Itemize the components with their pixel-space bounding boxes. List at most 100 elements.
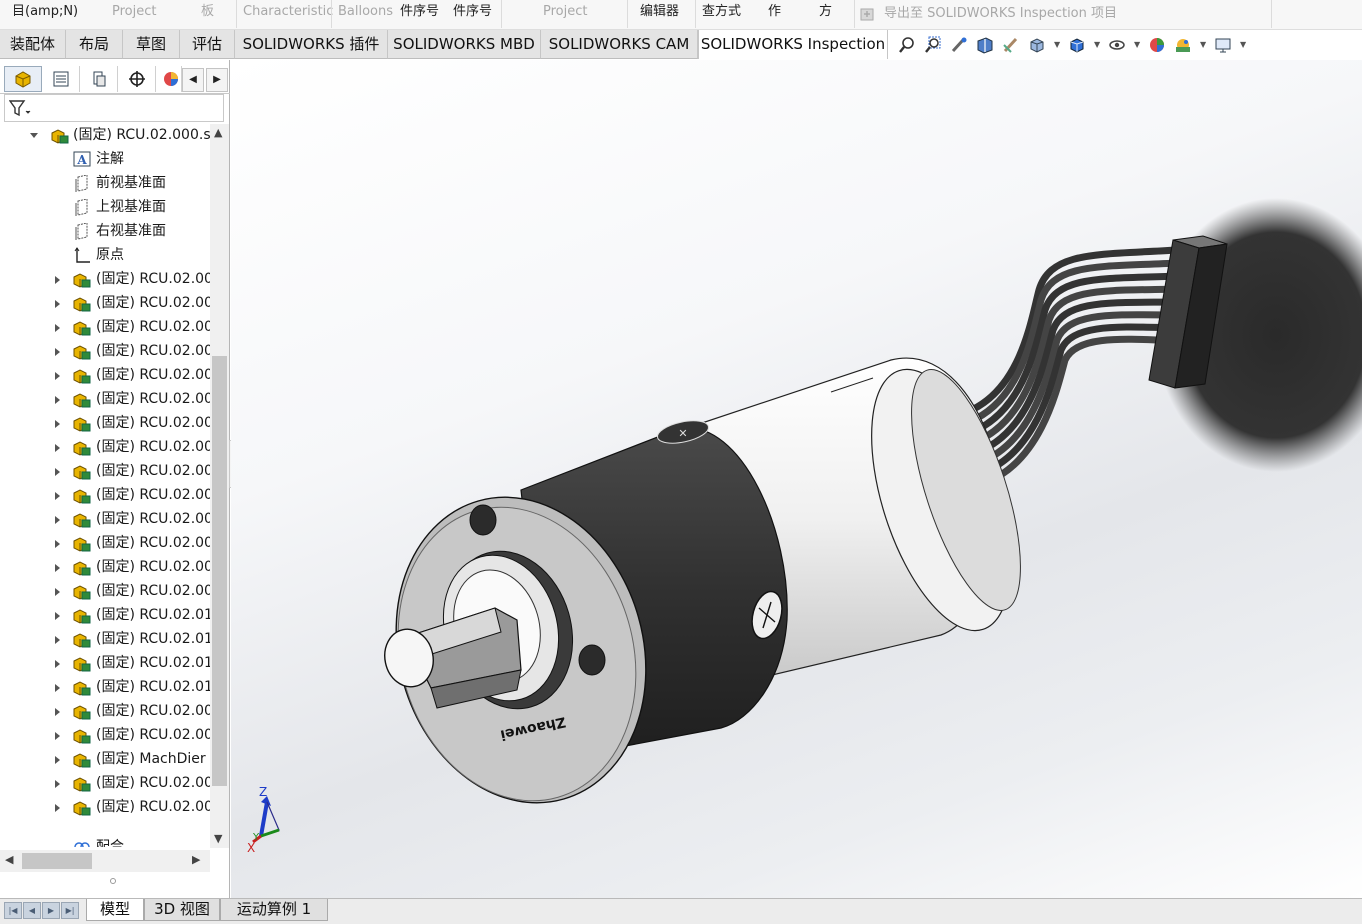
tree-item-front-plane[interactable]: 前视基准面 [0, 171, 210, 195]
expand-arrow-icon[interactable] [55, 444, 60, 452]
tree-item-origin[interactable]: 原点 [0, 243, 210, 267]
ribbon-cmd-0[interactable]: 目(amp;N) [12, 0, 78, 26]
tree-component-item[interactable]: (固定) RCU.02.00 [0, 315, 210, 339]
expand-arrow-icon[interactable] [55, 732, 60, 740]
scroll-up-icon[interactable]: ▲ [214, 126, 222, 139]
first-tab-icon[interactable]: |◀ [4, 902, 22, 919]
tree-component-item[interactable]: (固定) RCU.02.00 [0, 291, 210, 315]
panel-tabs-scroll-right-icon[interactable]: ▶ [206, 68, 228, 92]
tree-item-annotations[interactable]: A 注解 [0, 147, 210, 171]
tree-horizontal-scroll-thumb[interactable] [22, 853, 92, 869]
expand-arrow-icon[interactable] [55, 612, 60, 620]
expand-arrow-icon[interactable] [55, 396, 60, 404]
tree-component-item[interactable]: (固定) RCU.02.00 [0, 339, 210, 363]
tree-component-item[interactable]: (固定) RCU.02.01 [0, 651, 210, 675]
tab-solidworks-addins[interactable]: SOLIDWORKS 插件 [235, 30, 388, 59]
view-orientation-icon[interactable] [1028, 36, 1046, 54]
filter-icon[interactable] [8, 100, 33, 122]
ribbon-cmd-10[interactable]: 作 [768, 0, 781, 26]
tab-evaluate[interactable]: 评估 [180, 30, 235, 59]
tree-component-item[interactable]: (固定) RCU.02.00 [0, 723, 210, 747]
expand-arrow-icon[interactable] [55, 300, 60, 308]
tree-vertical-scroll-thumb[interactable] [212, 356, 227, 786]
expand-arrow-icon[interactable] [55, 540, 60, 548]
tree-component-item[interactable]: (固定) RCU.02.00 [0, 699, 210, 723]
tree-filter-box[interactable] [4, 94, 224, 122]
expand-arrow-icon[interactable] [55, 660, 60, 668]
hide-show-icon[interactable] [1108, 36, 1126, 54]
section-view-icon[interactable] [976, 36, 994, 54]
scroll-right-icon[interactable]: ▶ [192, 853, 200, 866]
tree-component-item[interactable]: (固定) RCU.02.00 [0, 771, 210, 795]
expand-arrow-icon[interactable] [55, 588, 60, 596]
panel-tabs-scroll-left-icon[interactable]: ◀ [182, 68, 204, 92]
feature-manager-icon[interactable] [4, 66, 42, 92]
expand-arrow-icon[interactable] [55, 636, 60, 644]
ribbon-cmd-5[interactable]: 件序号 [400, 0, 439, 26]
graphics-area[interactable]: ✕ Zhaowei Z X Y [231, 60, 1362, 898]
expand-arrow-icon[interactable] [55, 684, 60, 692]
ribbon-cmd-11[interactable]: 方 [819, 0, 832, 26]
tree-item-mates[interactable]: 配合 [0, 835, 210, 847]
expand-arrow-icon[interactable] [55, 492, 60, 500]
expand-arrow-icon[interactable] [55, 564, 60, 572]
tree-component-item[interactable]: (固定) RCU.02.00 [0, 579, 210, 603]
last-tab-icon[interactable]: ▶| [61, 902, 79, 919]
scroll-left-icon[interactable]: ◀ [5, 853, 13, 866]
previous-tab-icon[interactable]: ◀ [23, 902, 41, 919]
expand-arrow-icon[interactable] [55, 804, 60, 812]
expand-arrow-icon[interactable] [55, 780, 60, 788]
motor-model[interactable]: ✕ Zhaowei Z X Y [231, 60, 1362, 898]
tree-vertical-scrollbar[interactable]: ▲ ▼ [210, 124, 229, 848]
display-style-icon[interactable] [1068, 36, 1086, 54]
expand-arrow-icon[interactable] [55, 420, 60, 428]
tree-horizontal-scrollbar[interactable]: ◀ ▶ [0, 850, 210, 872]
tree-component-item[interactable]: (固定) RCU.02.00 [0, 795, 210, 819]
tab-sketch[interactable]: 草图 [123, 30, 180, 59]
tab-solidworks-mbd[interactable]: SOLIDWORKS MBD [388, 30, 541, 59]
tree-component-item[interactable]: (固定) RCU.02.00 [0, 411, 210, 435]
hide-show-dropdown-icon[interactable]: ▼ [1134, 40, 1140, 49]
tree-component-item[interactable]: (固定) RCU.02.01 [0, 627, 210, 651]
tab-motion-study[interactable]: 运动算例 1 [220, 899, 328, 921]
expand-arrow-icon[interactable] [55, 276, 60, 284]
display-manager-icon[interactable] [156, 66, 182, 92]
tree-component-item[interactable]: (固定) RCU.02.01 [0, 675, 210, 699]
tab-assembly[interactable]: 装配体 [0, 30, 66, 59]
expand-arrow-icon[interactable] [55, 708, 60, 716]
expand-arrow-icon[interactable] [55, 756, 60, 764]
previous-view-icon[interactable] [950, 36, 968, 54]
tree-component-item[interactable]: (固定) RCU.02.00 [0, 267, 210, 291]
expand-arrow-icon[interactable] [55, 468, 60, 476]
tab-model[interactable]: 模型 [86, 899, 144, 921]
tree-item-right-plane[interactable]: 右视基准面 [0, 219, 210, 243]
tree-component-item[interactable]: (固定) RCU.02.00 [0, 435, 210, 459]
tab-solidworks-cam[interactable]: SOLIDWORKS CAM [541, 30, 698, 59]
apply-scene-icon[interactable] [1174, 36, 1192, 54]
ribbon-cmd-9[interactable]: 查方式 [702, 0, 741, 26]
ribbon-cable[interactable] [963, 246, 1187, 486]
tree-component-item[interactable]: (固定) RCU.02.00 [0, 459, 210, 483]
tree-component-item[interactable]: (固定) RCU.02.00 [0, 363, 210, 387]
ribbon-cmd-6[interactable]: 件序号 [453, 0, 492, 26]
ribbon-cmd-4[interactable]: Balloons [338, 0, 393, 26]
expand-arrow-icon[interactable] [55, 516, 60, 524]
tree-root-assembly[interactable]: (固定) RCU.02.000.s [0, 123, 210, 147]
ribbon-cmd-1[interactable]: Project [112, 0, 156, 26]
edit-appearance-icon[interactable] [1148, 36, 1166, 54]
tree-component-item[interactable]: (固定) RCU.02.00 [0, 483, 210, 507]
scroll-down-icon[interactable]: ▼ [214, 832, 222, 845]
tree-component-item[interactable]: (固定) RCU.02.00 [0, 531, 210, 555]
tree-component-item[interactable]: (固定) RCU.02.00 [0, 507, 210, 531]
export-inspection-button[interactable]: 导出至 SOLIDWORKS Inspection 项目 [884, 2, 1117, 28]
tab-3d-views[interactable]: 3D 视图 [144, 899, 220, 921]
apply-scene-dropdown-icon[interactable]: ▼ [1200, 40, 1206, 49]
ribbon-cmd-3[interactable]: Characteristic [243, 0, 333, 26]
display-style-dropdown-icon[interactable]: ▼ [1094, 40, 1100, 49]
view-orientation-dropdown-icon[interactable]: ▼ [1054, 40, 1060, 49]
tab-layout[interactable]: 布局 [66, 30, 123, 59]
ribbon-cmd-8[interactable]: 编辑器 [640, 0, 679, 26]
panel-resize-grip[interactable] [110, 878, 116, 884]
collapse-arrow-icon[interactable] [30, 133, 38, 138]
ribbon-cmd-2[interactable]: 板 [201, 0, 214, 26]
